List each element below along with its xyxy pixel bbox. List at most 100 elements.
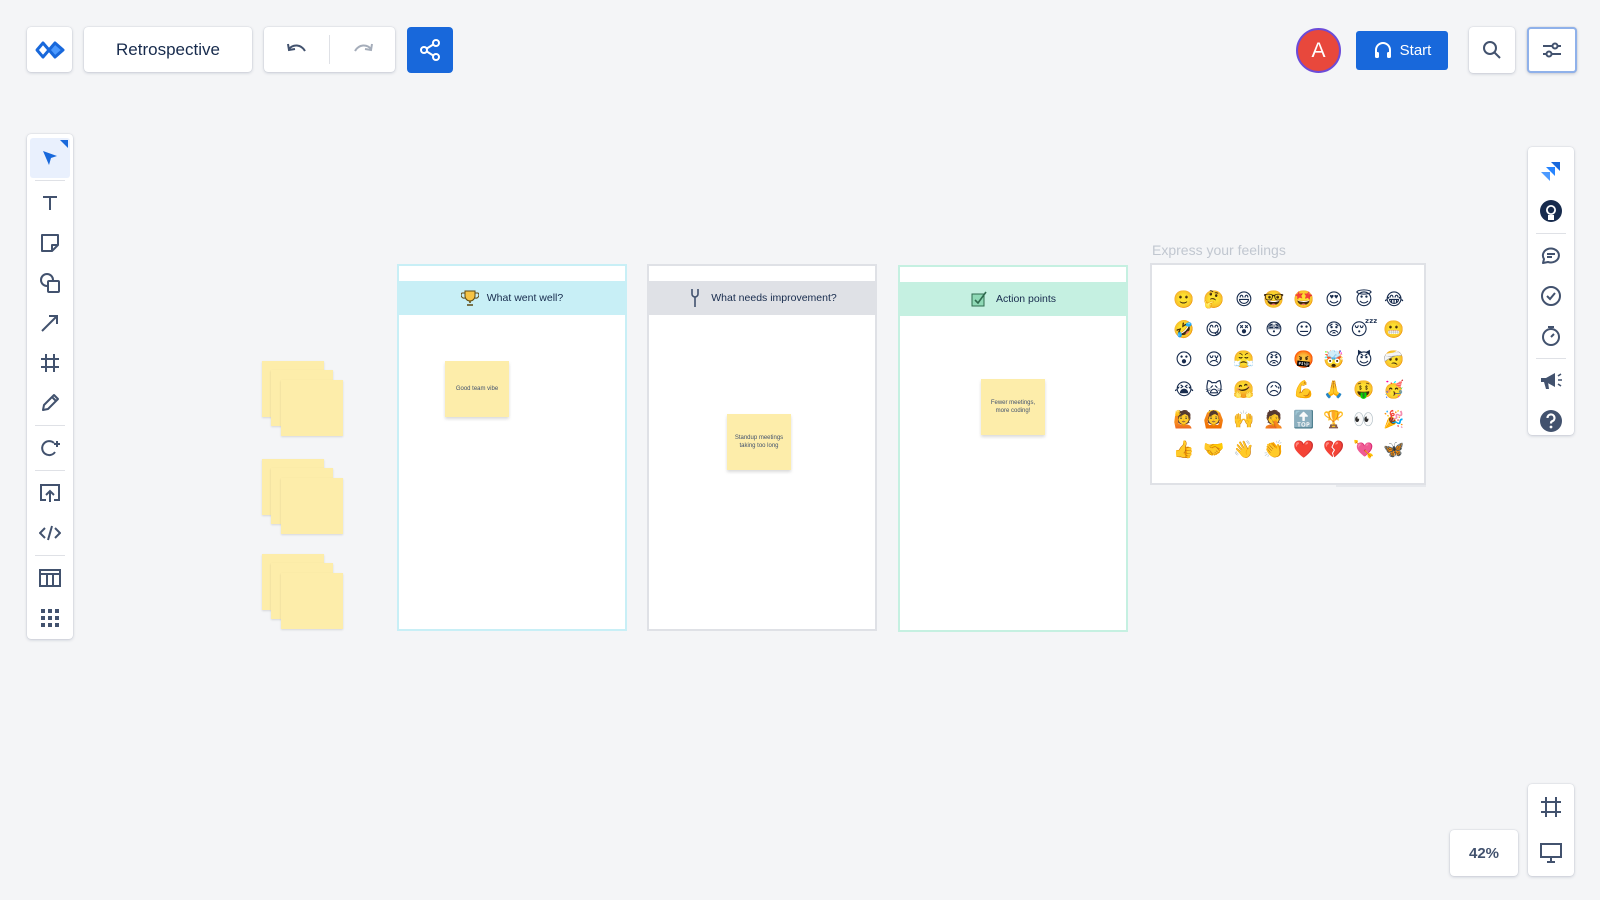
emoji-sticker[interactable]: 🥳 [1379, 375, 1409, 405]
emoji-sticker[interactable]: 😇 [1349, 285, 1379, 315]
emoji-sticker[interactable]: 😮 [1169, 345, 1199, 375]
column-went-well[interactable]: What went well? Good team vibe [397, 264, 627, 631]
search-button[interactable] [1469, 27, 1515, 73]
emoji-sticker[interactable]: 🙋 [1169, 405, 1199, 435]
emoji-sticker[interactable]: 😥 [1259, 375, 1289, 405]
emoji-sticker[interactable]: 🔝 [1289, 405, 1319, 435]
start-call-button[interactable]: Start [1356, 31, 1448, 70]
emoji-sticker[interactable]: 👀 [1349, 405, 1379, 435]
emoji-sticker[interactable]: 😡 [1259, 345, 1289, 375]
emoji-sticker[interactable]: 🏆 [1319, 405, 1349, 435]
emoji-sticker[interactable]: 🤑 [1349, 375, 1379, 405]
emoji-sticker[interactable]: 😈 [1349, 345, 1379, 375]
upload-tool[interactable] [27, 473, 73, 513]
emoji-sticker[interactable]: ❤️ [1289, 435, 1319, 465]
emoji-sticker[interactable]: 🤯 [1319, 345, 1349, 375]
settings-button[interactable] [1527, 27, 1577, 73]
comments-button[interactable] [1528, 236, 1574, 276]
emoji-sticker[interactable]: 😢 [1199, 345, 1229, 375]
sticky-note[interactable]: Good team vibe [445, 361, 509, 417]
wrench-icon [691, 289, 700, 307]
emoji-sticker[interactable]: 👍 [1169, 435, 1199, 465]
column-title: What needs improvement? [711, 292, 837, 304]
frame-tool[interactable] [27, 343, 73, 383]
emoji-sticker[interactable]: 🤗 [1229, 375, 1259, 405]
emoji-sticker[interactable]: 😄 [1229, 285, 1259, 315]
app-logo-button[interactable] [27, 27, 72, 72]
emoji-sticker[interactable]: 💪 [1289, 375, 1319, 405]
emoji-sticker[interactable]: 🤣 [1169, 315, 1199, 345]
sticky-note-tool[interactable] [27, 223, 73, 263]
emoji-sticker[interactable]: 👏 [1259, 435, 1289, 465]
apps-tool[interactable] [27, 598, 73, 638]
announce-icon [1541, 373, 1562, 389]
emoji-sticker[interactable]: 😐 [1289, 315, 1319, 345]
presentation-button[interactable] [1528, 830, 1574, 876]
share-icon [420, 39, 440, 61]
user-avatar[interactable]: A [1296, 28, 1341, 73]
emoji-sticker[interactable]: 😤 [1229, 345, 1259, 375]
column-needs-improvement[interactable]: What needs improvement? Standup meetings… [647, 264, 877, 631]
emoji-sticker[interactable]: 🤩 [1289, 285, 1319, 315]
emoji-sticker[interactable]: 🤕 [1379, 345, 1409, 375]
arrow-tool[interactable] [27, 303, 73, 343]
undo-button[interactable] [264, 27, 329, 72]
sticky-note-stack[interactable] [262, 459, 348, 539]
shapes-tool[interactable] [27, 263, 73, 303]
emoji-sticker[interactable]: 😬 [1379, 315, 1409, 345]
start-call-label: Start [1399, 42, 1432, 59]
emoji-sticker[interactable]: 💔 [1319, 435, 1349, 465]
templates-tool[interactable] [27, 558, 73, 598]
pen-tool[interactable] [27, 383, 73, 423]
emoji-sticker[interactable]: 😵 [1229, 315, 1259, 345]
emoji-sticker[interactable]: 🤬 [1289, 345, 1319, 375]
emoji-sticker[interactable]: 😭 [1169, 375, 1199, 405]
sticky-note-stack[interactable] [262, 554, 348, 634]
emoji-sticker[interactable]: 🙌 [1229, 405, 1259, 435]
emoji-sticker[interactable]: 💘 [1349, 435, 1379, 465]
sticky-note[interactable]: Standup meetings taking too long [727, 414, 791, 470]
emoji-sticker[interactable]: 🤝 [1199, 435, 1229, 465]
column-header: Action points [900, 282, 1126, 316]
jira-integration-button[interactable] [1528, 151, 1574, 191]
help-button[interactable] [1528, 401, 1574, 441]
sticky-note-stack[interactable] [262, 361, 348, 441]
emoji-sticker[interactable]: 🙆 [1199, 405, 1229, 435]
timer-button[interactable] [1528, 316, 1574, 356]
emoji-sticker[interactable]: 🦋 [1379, 435, 1409, 465]
feelings-board[interactable]: 🙂 🤔 😄 🤓 🤩 😍 😇 😂 🤣 😋 😵 😳 😐 😟 😴 😬 😮 😢 😤 😡 🤬 🤯 😈 🤕 😭 🙀 🤗 😥 💪 🙏 🤑 🥳 🙋 🙆 🙌 🤦 🔝 🏆 👀 🎉… [1150, 263, 1426, 485]
emoji-sticker[interactable]: 😳 [1259, 315, 1289, 345]
board-title[interactable]: Retrospective [84, 27, 252, 72]
logo-icon [35, 41, 64, 58]
emoji-sticker[interactable]: 😴 [1349, 315, 1379, 345]
emoji-sticker[interactable]: 😍 [1319, 285, 1349, 315]
redo-button[interactable] [330, 27, 395, 72]
frames-button[interactable] [1528, 784, 1574, 830]
emoji-sticker[interactable]: 🤦 [1259, 405, 1289, 435]
github-icon [1540, 200, 1562, 222]
emoji-sticker[interactable]: 😂 [1379, 285, 1409, 315]
emoji-sticker[interactable]: 😟 [1319, 315, 1349, 345]
text-tool[interactable] [27, 183, 73, 223]
embed-code-tool[interactable] [27, 513, 73, 553]
emoji-sticker[interactable]: 🙂 [1169, 285, 1199, 315]
github-integration-button[interactable] [1528, 191, 1574, 231]
emoji-sticker[interactable]: 🙀 [1199, 375, 1229, 405]
zoom-level[interactable]: 42% [1450, 830, 1518, 876]
emoji-sticker[interactable]: 😋 [1199, 315, 1229, 345]
voting-button[interactable] [1528, 276, 1574, 316]
emoji-sticker[interactable]: 🎉 [1379, 405, 1409, 435]
emoji-sticker[interactable]: 🙏 [1319, 375, 1349, 405]
announcements-button[interactable] [1528, 361, 1574, 401]
sticky-note[interactable]: Fewer meetings, more coding! [981, 379, 1045, 435]
column-action-points[interactable]: Action points Fewer meetings, more codin… [898, 265, 1128, 632]
pen-icon [42, 394, 59, 411]
emoji-sticker[interactable]: 👋 [1229, 435, 1259, 465]
toolbar-divider [1536, 358, 1566, 359]
emoji-sticker[interactable]: 🤔 [1199, 285, 1229, 315]
emoji-sticker[interactable]: 🤓 [1259, 285, 1289, 315]
select-icon [43, 151, 57, 165]
select-tool[interactable] [30, 138, 70, 178]
lasso-tool[interactable] [27, 428, 73, 468]
share-button[interactable] [407, 27, 453, 73]
